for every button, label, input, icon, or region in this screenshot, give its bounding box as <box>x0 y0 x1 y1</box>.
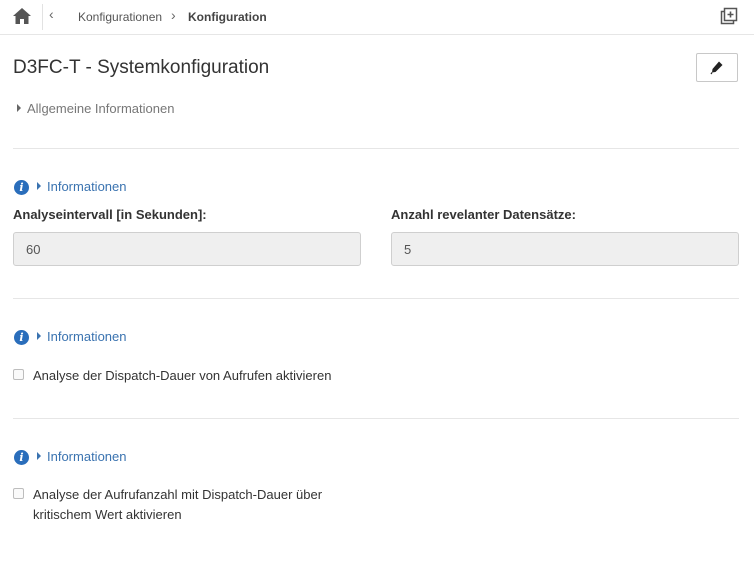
info-toggle[interactable]: Informationen <box>37 329 127 344</box>
info-toggle[interactable]: Informationen <box>37 179 127 194</box>
info-row: i Informationen <box>14 449 144 466</box>
general-info-label: Allgemeine Informationen <box>27 101 175 116</box>
dispatch-duration-checkbox[interactable] <box>13 369 24 380</box>
info-row: i Informationen <box>14 179 144 196</box>
page-title: D3FC-T - Systemkonfiguration <box>13 57 270 78</box>
pencil-icon <box>710 61 723 75</box>
info-label: Informationen <box>47 329 127 344</box>
call-count-label[interactable]: Analyse der Aufrufanzahl mit Dispatch-Da… <box>33 485 373 525</box>
toolbar-divider <box>42 4 43 30</box>
call-count-checkbox[interactable] <box>13 488 24 499</box>
edit-button[interactable] <box>696 53 738 82</box>
info-icon: i <box>14 180 29 195</box>
breadcrumb-current: Konfiguration <box>188 10 267 24</box>
analysis-interval-label: Analyseintervall [in Sekunden]: <box>13 207 207 222</box>
dispatch-duration-option: Analyse der Dispatch-Dauer von Aufrufen … <box>13 366 373 386</box>
relevant-records-label: Anzahl revelanter Datensätze: <box>391 207 576 222</box>
info-icon: i <box>14 330 29 345</box>
top-bar: ‹ Konfigurationen › Konfiguration <box>0 0 754 35</box>
caret-right-icon <box>37 452 41 460</box>
new-window-icon[interactable] <box>719 6 739 26</box>
breadcrumb-separator: › <box>171 7 176 23</box>
call-count-option: Analyse der Aufrufanzahl mit Dispatch-Da… <box>13 485 373 527</box>
info-toggle[interactable]: Informationen <box>37 449 127 464</box>
general-info-toggle[interactable]: Allgemeine Informationen <box>17 101 174 116</box>
home-icon[interactable] <box>12 7 32 25</box>
info-row: i Informationen <box>14 329 144 346</box>
section-divider <box>13 298 739 299</box>
info-label: Informationen <box>47 179 127 194</box>
relevant-records-input[interactable] <box>391 232 739 266</box>
section-divider <box>13 148 739 149</box>
caret-right-icon <box>37 332 41 340</box>
caret-right-icon <box>37 182 41 190</box>
info-icon: i <box>14 450 29 465</box>
dispatch-duration-label[interactable]: Analyse der Dispatch-Dauer von Aufrufen … <box>33 366 373 386</box>
back-button[interactable]: ‹ <box>49 6 54 22</box>
section-divider <box>13 418 739 419</box>
caret-right-icon <box>17 104 21 112</box>
analysis-interval-input[interactable] <box>13 232 361 266</box>
info-label: Informationen <box>47 449 127 464</box>
breadcrumb-konfigurationen[interactable]: Konfigurationen <box>78 10 162 24</box>
